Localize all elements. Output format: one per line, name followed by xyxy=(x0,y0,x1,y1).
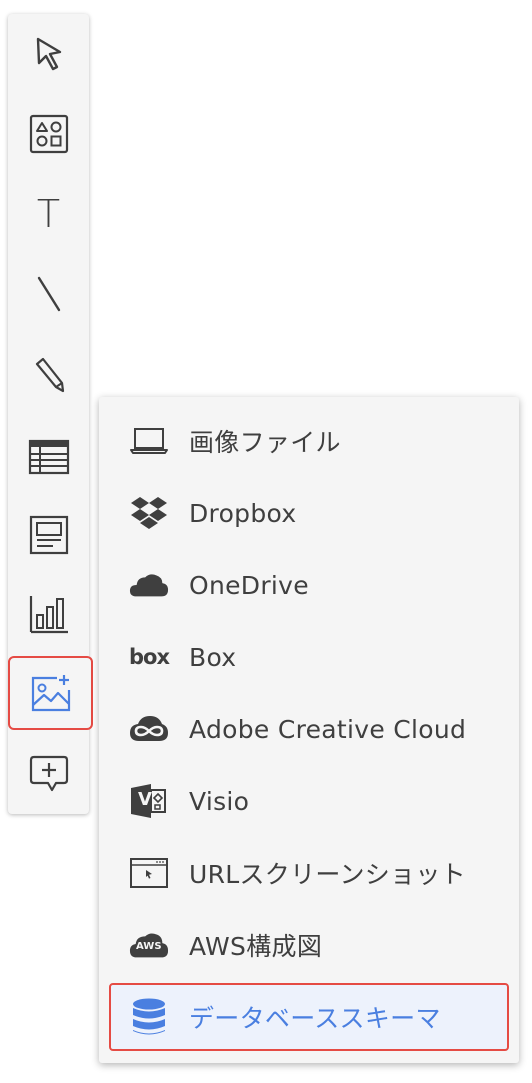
menu-item-aws-diagram[interactable]: AWS AWS構成図 xyxy=(109,911,509,979)
menu-item-label: 画像ファイル xyxy=(189,428,341,457)
visio-icon: V xyxy=(129,781,169,821)
shapes-icon xyxy=(29,114,68,154)
aws-cloud-icon: AWS xyxy=(129,925,169,965)
menu-item-dropbox[interactable]: Dropbox xyxy=(109,479,509,547)
menu-item-label: Visio xyxy=(189,786,250,816)
dropbox-icon xyxy=(129,493,169,533)
comment-plus-icon xyxy=(29,755,68,792)
menu-item-label: データベーススキーマ xyxy=(189,1004,441,1033)
cursor-arrow-icon xyxy=(36,37,61,71)
pencil-icon xyxy=(35,357,64,393)
tool-shapes-button[interactable] xyxy=(8,104,89,164)
menu-item-label: Adobe Creative Cloud xyxy=(189,714,467,744)
onedrive-cloud-icon xyxy=(129,565,169,605)
laptop-icon xyxy=(129,421,169,461)
tool-insert-image-button[interactable] xyxy=(8,656,93,730)
tool-text-button[interactable]: T xyxy=(8,184,89,244)
menu-item-visio[interactable]: V Visio xyxy=(109,767,509,835)
line-icon xyxy=(37,276,60,312)
tool-comment-button[interactable] xyxy=(8,744,89,804)
tool-card-button[interactable] xyxy=(8,505,89,565)
menu-item-label: AWS構成図 xyxy=(189,932,323,961)
menu-item-adobe-creative-cloud[interactable]: Adobe Creative Cloud xyxy=(109,695,509,763)
menu-item-url-screenshot[interactable]: URLスクリーンショット xyxy=(109,839,509,907)
bar-chart-icon xyxy=(29,596,68,634)
adobe-cc-icon xyxy=(129,709,169,749)
browser-window-icon xyxy=(129,853,169,893)
insert-image-menu: 画像ファイル Dropbox OneDrive box Box Adobe Cr… xyxy=(99,397,519,1063)
menu-item-box[interactable]: box Box xyxy=(109,623,509,691)
tool-select-button[interactable] xyxy=(8,24,89,84)
text-t-icon: T xyxy=(36,192,61,236)
menu-item-onedrive[interactable]: OneDrive xyxy=(109,551,509,619)
menu-item-label: Dropbox xyxy=(189,498,297,528)
left-toolbar: T xyxy=(8,14,93,814)
tool-line-button[interactable] xyxy=(8,264,89,324)
menu-item-label: OneDrive xyxy=(189,570,309,600)
tool-chart-button[interactable] xyxy=(8,584,89,644)
database-icon xyxy=(129,997,169,1037)
tool-pen-button[interactable] xyxy=(8,344,89,404)
table-icon xyxy=(28,439,69,475)
tool-table-button[interactable] xyxy=(8,427,89,487)
card-icon xyxy=(29,515,68,555)
menu-item-label: URLスクリーンショット xyxy=(189,860,466,889)
menu-item-database-schema[interactable]: データベーススキーマ xyxy=(109,983,509,1051)
menu-item-label: Box xyxy=(189,642,237,672)
image-plus-icon xyxy=(31,675,70,712)
box-logo-icon: box xyxy=(129,645,170,669)
menu-item-image-file[interactable]: 画像ファイル xyxy=(109,407,509,475)
